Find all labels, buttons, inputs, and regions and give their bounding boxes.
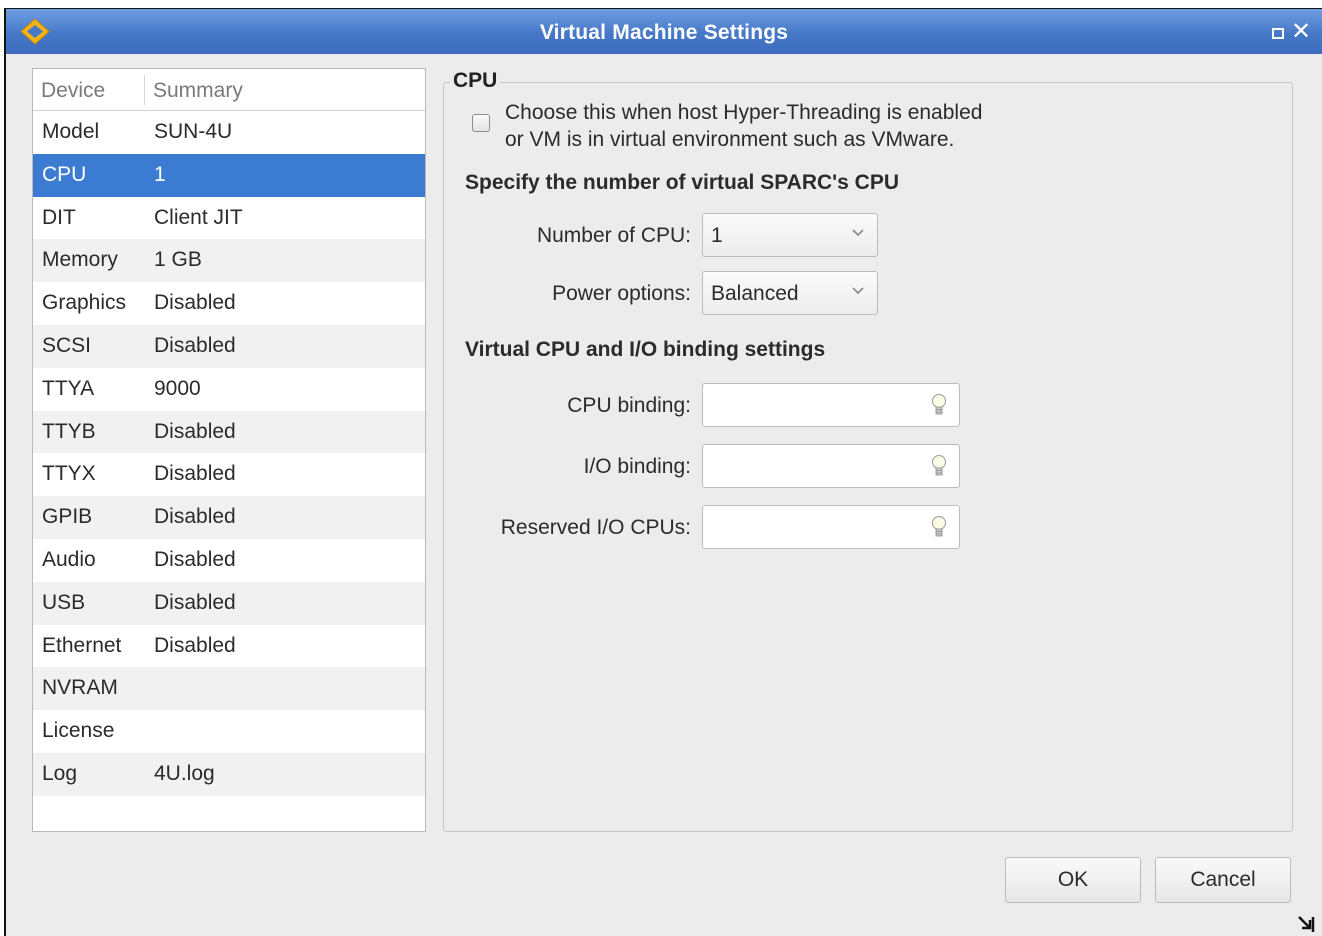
device-name: TTYX	[42, 462, 96, 486]
table-header: Device Summary	[33, 69, 425, 111]
device-summary: Client JIT	[154, 205, 243, 229]
device-name: TTYB	[42, 419, 96, 443]
hyperthreading-label-line2: or VM is in virtual environment such as …	[505, 128, 955, 151]
lightbulb-hint-icon[interactable]	[931, 515, 947, 541]
num-cpu-value: 1	[711, 224, 723, 247]
title-bar[interactable]: Virtual Machine Settings ✕	[6, 9, 1322, 54]
device-name: Model	[42, 120, 100, 143]
device-summary: Disabled	[154, 419, 236, 443]
table-row[interactable]: TTYB Disabled	[33, 410, 425, 454]
device-name: GPIB	[42, 505, 93, 529]
num-cpu-select[interactable]: 1	[702, 213, 878, 257]
device-summary: Disabled	[154, 462, 236, 486]
column-separator	[144, 75, 145, 105]
device-name: Ethernet	[42, 633, 122, 657]
device-name: SCSI	[42, 333, 92, 357]
table-row[interactable]: TTYX Disabled	[33, 453, 425, 496]
num-cpu-label: Number of CPU:	[536, 224, 691, 247]
resize-grip-icon[interactable]	[1296, 914, 1316, 934]
column-header-device[interactable]: Device	[41, 79, 105, 103]
device-table[interactable]: Device Summary Model SUN-4U CPU 1 DIT Clien…	[32, 68, 426, 832]
chevron-down-icon	[852, 287, 864, 295]
cpu-count-section-title: Specify the number of virtual SPARC's CP…	[465, 171, 900, 194]
window-title: Virtual Machine Settings	[539, 21, 789, 44]
table-row[interactable]: CPU 1	[33, 153, 425, 197]
table-row[interactable]: NVRAM	[33, 667, 425, 711]
close-icon[interactable]: ✕	[1290, 19, 1312, 45]
io-binding-input[interactable]	[702, 444, 960, 488]
device-summary: Disabled	[154, 590, 236, 614]
device-name: NVRAM	[42, 676, 118, 700]
hyperthreading-checkbox[interactable]	[472, 114, 490, 132]
table-row[interactable]: GPIB Disabled	[33, 496, 425, 539]
device-name: USB	[42, 590, 86, 614]
lightbulb-hint-icon[interactable]	[931, 393, 947, 419]
device-summary: Disabled	[154, 333, 236, 357]
table-row[interactable]: TTYA 9000	[33, 368, 425, 411]
maximize-icon[interactable]	[1272, 28, 1284, 39]
device-summary: 4U.log	[154, 761, 215, 785]
io-binding-label: I/O binding:	[583, 455, 691, 478]
table-row[interactable]: Model SUN-4U	[33, 111, 425, 154]
chevron-down-icon	[852, 229, 864, 237]
device-name: Audio	[42, 547, 96, 571]
power-options-select[interactable]: Balanced	[702, 271, 878, 315]
table-row[interactable]: Graphics Disabled	[33, 282, 425, 325]
cpu-binding-input[interactable]	[702, 383, 960, 427]
device-name: TTYA	[42, 376, 95, 400]
device-name: DIT	[42, 205, 76, 229]
device-name: Log	[42, 761, 78, 785]
table-row[interactable]: USB Disabled	[33, 581, 425, 625]
table-row[interactable]: Memory 1 GB	[33, 239, 425, 283]
device-summary: Disabled	[154, 291, 236, 315]
table-row[interactable]: License	[33, 710, 425, 753]
cpu-binding-label: CPU binding:	[567, 394, 691, 417]
lightbulb-hint-icon[interactable]	[931, 454, 947, 480]
device-name: Memory	[42, 248, 118, 272]
table-row[interactable]: Audio Disabled	[33, 539, 425, 582]
hyperthreading-label-line1: Choose this when host Hyper-Threading is…	[505, 101, 983, 124]
power-options-value: Balanced	[711, 282, 799, 305]
device-rows: Model SUN-4U CPU 1 DIT Client JIT Memory 1 G…	[33, 111, 425, 796]
device-name: Graphics	[42, 291, 127, 315]
reserved-io-cpus-label: Reserved I/O CPUs:	[500, 516, 691, 539]
binding-section-title: Virtual CPU and I/O binding settings	[465, 338, 826, 361]
device-summary: 9000	[154, 376, 201, 400]
device-name: License	[42, 719, 115, 743]
ok-button[interactable]: OK	[1005, 857, 1141, 903]
table-row[interactable]: Ethernet Disabled	[33, 625, 425, 668]
cancel-button[interactable]: Cancel	[1155, 857, 1291, 903]
device-summary: Disabled	[154, 547, 236, 571]
column-header-summary[interactable]: Summary	[153, 79, 243, 103]
table-row[interactable]: DIT Client JIT	[33, 197, 425, 240]
device-summary: 1 GB	[154, 248, 202, 272]
device-name: CPU	[42, 162, 87, 186]
table-row[interactable]: Log 4U.log	[33, 752, 425, 796]
table-row[interactable]: SCSI Disabled	[33, 324, 425, 368]
device-summary: Disabled	[154, 633, 236, 657]
device-summary: SUN-4U	[154, 120, 233, 143]
device-summary: Disabled	[154, 505, 236, 529]
cpu-group-title: CPU	[450, 69, 501, 93]
hyperthreading-label[interactable]: Choose this when host Hyper-Threading is…	[505, 99, 982, 153]
device-summary: 1	[154, 162, 166, 186]
reserved-io-cpus-input[interactable]	[702, 505, 960, 549]
power-options-label: Power options:	[552, 282, 691, 305]
